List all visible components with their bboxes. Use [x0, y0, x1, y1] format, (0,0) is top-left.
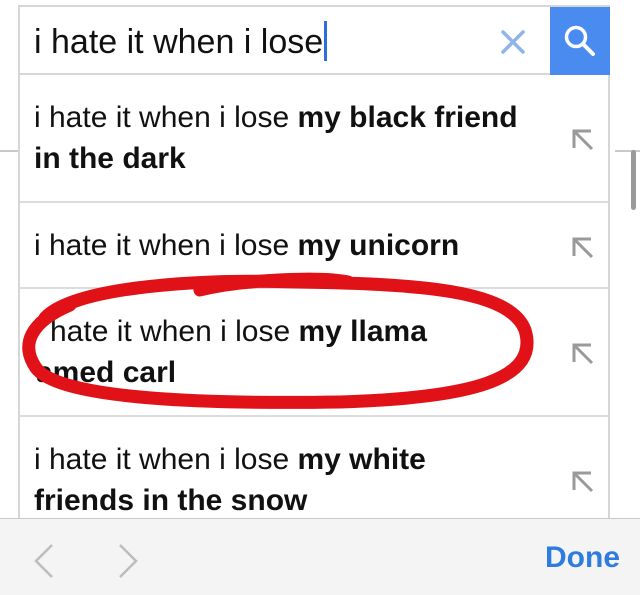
suggestion-item[interactable]: i hate it when i lose my white friends i… [20, 417, 608, 518]
suggestion-item[interactable]: i hate it when i lose my unicorn [20, 203, 608, 289]
chevron-right-icon[interactable] [116, 543, 142, 584]
search-input[interactable]: i hate it when i lose [34, 21, 328, 62]
suggestion-prefix: i hate it when i lose [34, 101, 298, 134]
search-button[interactable] [550, 7, 610, 75]
arrow-up-left-icon[interactable] [568, 339, 596, 367]
suggestion-text: hate it when i lose my llama amed carl [36, 311, 540, 393]
suggestion-list: i hate it when i lose my black friend in… [18, 75, 610, 518]
search-query: i hate it when i lose [34, 23, 324, 61]
arrow-up-left-icon[interactable] [568, 467, 596, 495]
suggestion-item[interactable]: i hate it when i lose my black friend in… [20, 75, 608, 203]
background-divider [615, 150, 640, 152]
suggestion-completion: my llama [298, 315, 427, 348]
keyboard-toolbar: Done [0, 518, 640, 595]
suggestion-prefix: hate it when i lose [50, 315, 299, 348]
arrow-up-left-icon[interactable] [568, 233, 596, 261]
suggestion-prefix: i hate it when i lose [34, 229, 298, 262]
text-caret [324, 21, 328, 61]
done-button[interactable]: Done [545, 541, 620, 575]
suggestion-item[interactable]: hate it when i lose my llama amed carl [20, 289, 608, 417]
search-bar: i hate it when i lose [18, 5, 610, 75]
close-icon[interactable] [496, 25, 530, 59]
arrow-up-left-icon[interactable] [568, 125, 596, 153]
suggestion-text: i hate it when i lose my unicorn [34, 225, 524, 266]
scrollbar[interactable] [631, 150, 636, 210]
suggestion-text: i hate it when i lose my white friends i… [34, 439, 524, 518]
background-divider [0, 150, 18, 152]
suggestion-text: i hate it when i lose my black friend in… [34, 97, 524, 179]
chevron-left-icon[interactable] [30, 543, 56, 584]
suggestion-prefix: i hate it when i lose [34, 443, 298, 476]
suggestion-completion-cont: amed carl [36, 356, 177, 389]
search-icon [564, 25, 595, 56]
suggestion-completion: my unicorn [297, 229, 460, 262]
